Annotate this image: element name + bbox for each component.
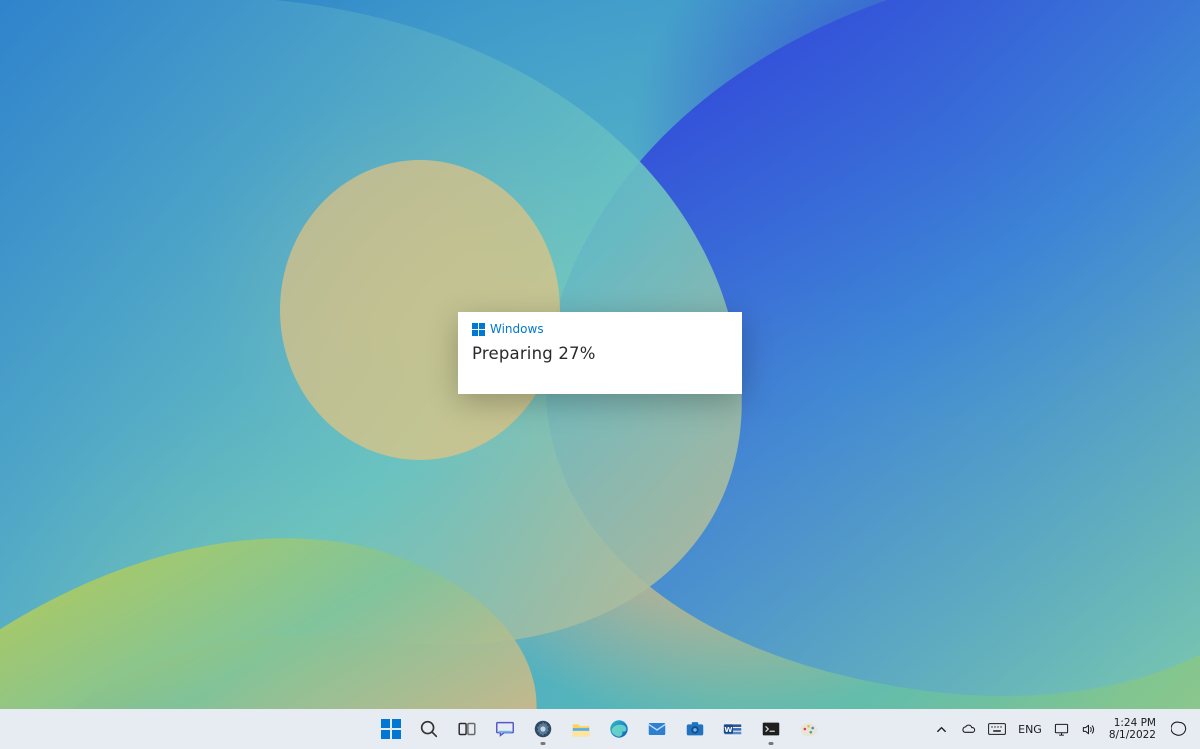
camera-app[interactable] (677, 711, 713, 747)
settings-icon (532, 718, 554, 740)
paint-app[interactable] (791, 711, 827, 747)
dialog-status-text: Preparing 27% (472, 344, 728, 363)
chevron-up-icon (934, 722, 949, 737)
running-indicator (541, 742, 546, 745)
chat-button[interactable] (487, 711, 523, 747)
start-icon (381, 719, 401, 739)
svg-text:W: W (724, 725, 732, 734)
network-tray[interactable] (1049, 711, 1074, 747)
dialog-title-bar: Windows (472, 322, 728, 336)
start-button[interactable] (373, 711, 409, 747)
edge-icon (608, 718, 630, 740)
task-view-button[interactable] (449, 711, 485, 747)
onedrive-icon (961, 722, 976, 737)
taskbar: W (0, 709, 1200, 749)
clock-time: 1:24 PM (1114, 717, 1156, 729)
monitor-icon (1054, 722, 1069, 737)
notification-center-button[interactable] (1164, 711, 1194, 747)
language-indicator[interactable]: ENG (1013, 711, 1047, 747)
language-label: ENG (1018, 723, 1042, 736)
settings-app[interactable] (525, 711, 561, 747)
sound-tray[interactable] (1076, 711, 1101, 747)
task-view-icon (456, 718, 478, 740)
dialog-title: Windows (490, 322, 544, 336)
input-indicator-tray[interactable] (983, 711, 1011, 747)
word-app[interactable]: W (715, 711, 751, 747)
system-tray: ENG 1:24 PM 8/1/2022 (929, 709, 1194, 749)
file-explorer-app[interactable] (563, 711, 599, 747)
edge-app[interactable] (601, 711, 637, 747)
speaker-icon (1081, 722, 1096, 737)
tray-overflow-button[interactable] (929, 711, 954, 747)
mail-app[interactable] (639, 711, 675, 747)
terminal-icon (760, 718, 782, 740)
mail-icon (646, 718, 668, 740)
onedrive-tray[interactable] (956, 711, 981, 747)
file-explorer-icon (570, 718, 592, 740)
camera-icon (684, 718, 706, 740)
windows-logo-icon (472, 323, 485, 336)
preparing-dialog: Windows Preparing 27% (458, 312, 742, 394)
taskbar-center-group: W (373, 709, 827, 749)
running-indicator (769, 742, 774, 745)
keyboard-icon (988, 723, 1006, 735)
word-icon: W (722, 718, 744, 740)
desktop-area[interactable]: Windows Preparing 27% (0, 0, 1200, 709)
chat-icon (494, 718, 516, 740)
terminal-app[interactable] (753, 711, 789, 747)
search-icon (418, 718, 440, 740)
do-not-disturb-icon (1171, 721, 1188, 738)
clock-tray[interactable]: 1:24 PM 8/1/2022 (1103, 711, 1162, 747)
search-button[interactable] (411, 711, 447, 747)
clock-date: 8/1/2022 (1109, 729, 1156, 741)
paint-icon (798, 718, 820, 740)
